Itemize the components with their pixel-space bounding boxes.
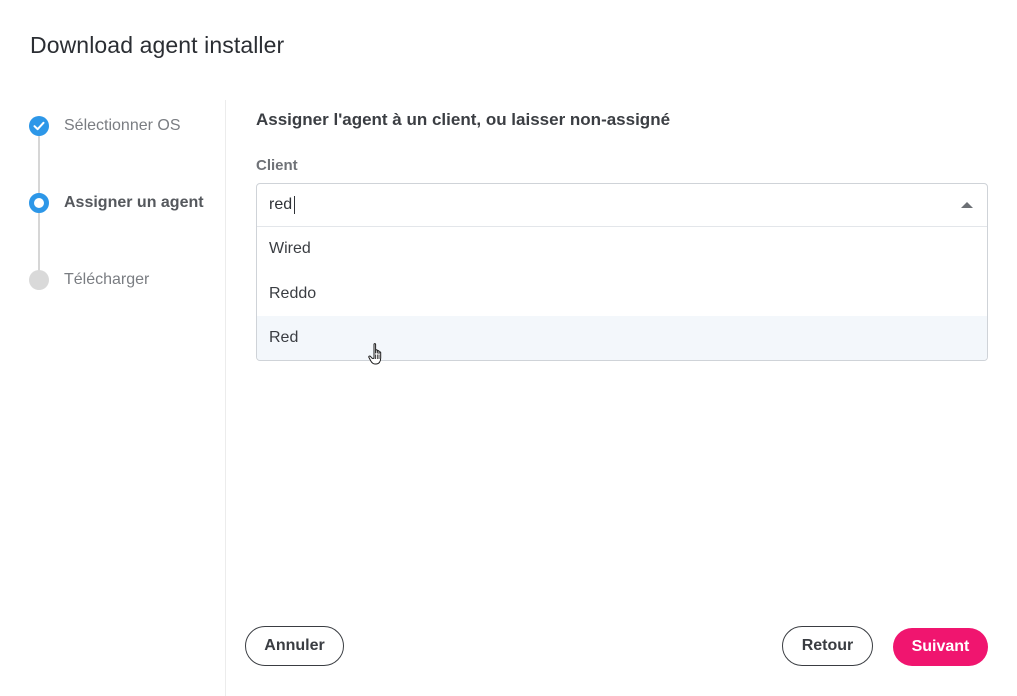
section-heading: Assigner l'agent à un client, ou laisser… [256, 110, 671, 129]
back-button[interactable]: Retour [782, 626, 873, 666]
cancel-button[interactable]: Annuler [245, 626, 344, 666]
step-download[interactable]: Télécharger [29, 270, 149, 290]
text-caret [294, 196, 295, 214]
client-input-row[interactable] [257, 184, 987, 227]
dot-icon [29, 270, 49, 290]
ring-icon [29, 193, 49, 213]
next-button[interactable]: Suivant [893, 628, 988, 666]
step-connector [38, 135, 40, 197]
step-label: Télécharger [64, 271, 150, 288]
option-red[interactable]: Red [257, 316, 987, 360]
option-reddo[interactable]: Reddo [257, 272, 987, 317]
stepper: Sélectionner OS Assigner un agent Téléch… [0, 100, 226, 696]
step-assign-agent[interactable]: Assigner un agent [29, 193, 204, 213]
client-search-input[interactable] [269, 184, 929, 226]
hand-pointer-icon [368, 343, 382, 365]
dialog-title: Download agent installer [30, 32, 285, 58]
caret-up-icon[interactable] [961, 202, 973, 208]
client-combobox[interactable]: Wired Reddo Red [256, 183, 988, 361]
step-label: Assigner un agent [64, 194, 204, 211]
step-label: Sélectionner OS [64, 117, 181, 134]
client-field-label: Client [256, 157, 298, 174]
option-wired[interactable]: Wired [257, 227, 987, 272]
step-select-os[interactable]: Sélectionner OS [29, 116, 181, 136]
step-connector [38, 212, 40, 274]
check-circle-icon [29, 116, 49, 136]
download-agent-dialog: Download agent installer Sélectionner OS… [0, 0, 1017, 696]
